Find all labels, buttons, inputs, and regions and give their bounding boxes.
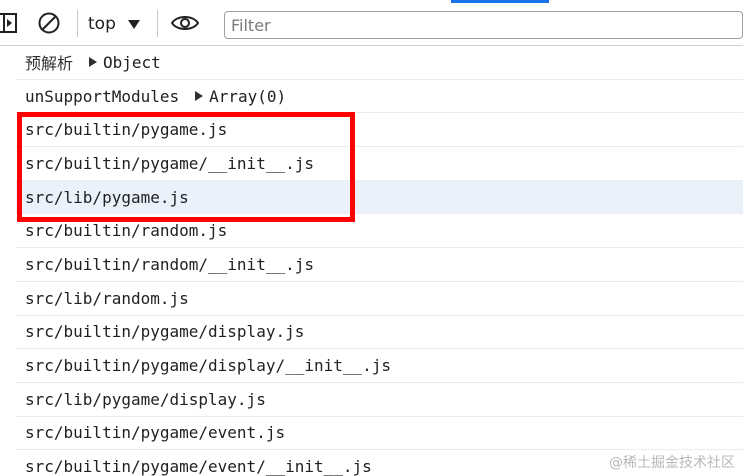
live-expression-button[interactable] — [167, 8, 203, 38]
message-text: src/lib/pygame/display.js — [25, 389, 266, 409]
message-text: src/lib/pygame.js — [25, 187, 189, 207]
filter-input[interactable] — [224, 11, 743, 39]
message-text: src/builtin/pygame/event.js — [25, 423, 286, 443]
console-message: 预解析 Object — [16, 46, 743, 80]
console-message: src/lib/pygame/display.js — [16, 383, 743, 417]
array-expander[interactable]: Array(0) — [195, 87, 286, 106]
message-text: src/builtin/pygame/event/__init__.js — [25, 457, 372, 476]
eye-icon — [170, 16, 200, 30]
chevron-down-icon — [127, 19, 140, 29]
toolbar-divider — [77, 10, 78, 37]
console-message: unSupportModules Array(0) — [16, 80, 743, 114]
active-tab-indicator — [451, 0, 549, 3]
message-text: src/builtin/pygame/display/__init__.js — [25, 356, 392, 376]
console-messages: 预解析 Object unSupportModules Array(0) src… — [0, 46, 743, 476]
context-selector[interactable]: top — [88, 10, 148, 38]
object-preview: Object — [103, 52, 161, 72]
console-message: src/builtin/pygame.js — [16, 113, 743, 148]
sidebar-toggle-button[interactable] — [0, 8, 20, 38]
message-text: src/builtin/random/__init__.js — [25, 254, 314, 274]
expand-triangle-icon — [89, 57, 98, 68]
message-text: src/builtin/pygame.js — [25, 120, 228, 140]
array-preview: Array(0) — [209, 86, 287, 106]
sidebar-toggle-icon — [0, 13, 17, 33]
context-label: top — [88, 14, 116, 34]
message-text: src/lib/random.js — [25, 288, 189, 308]
message-text: src/builtin/random.js — [25, 221, 228, 241]
console-toolbar: top — [0, 0, 743, 46]
watermark: @稀土掘金技术社区 — [609, 455, 735, 471]
expand-triangle-icon — [195, 91, 204, 102]
console-message: src/builtin/random.js — [16, 214, 743, 249]
console-message: src/builtin/pygame/event.js — [16, 417, 743, 451]
clear-console-button[interactable] — [34, 8, 64, 38]
message-text: src/builtin/pygame/__init__.js — [25, 153, 314, 173]
console-message: src/lib/random.js — [16, 282, 743, 316]
console-message-hovered: src/lib/pygame.js — [16, 180, 743, 215]
console-message: src/builtin/pygame/__init__.js — [16, 147, 743, 181]
message-text: src/builtin/pygame/display.js — [25, 322, 305, 342]
console-message: src/builtin/random/__init__.js — [16, 248, 743, 282]
object-expander[interactable]: Object — [89, 53, 161, 72]
message-label: 预解析 — [25, 54, 74, 74]
console-message: src/builtin/pygame/display.js — [16, 316, 743, 350]
console-message: src/builtin/pygame/display/__init__.js — [16, 349, 743, 383]
message-label: unSupportModules — [25, 86, 180, 106]
clear-console-icon — [38, 12, 60, 34]
toolbar-divider — [157, 10, 158, 37]
